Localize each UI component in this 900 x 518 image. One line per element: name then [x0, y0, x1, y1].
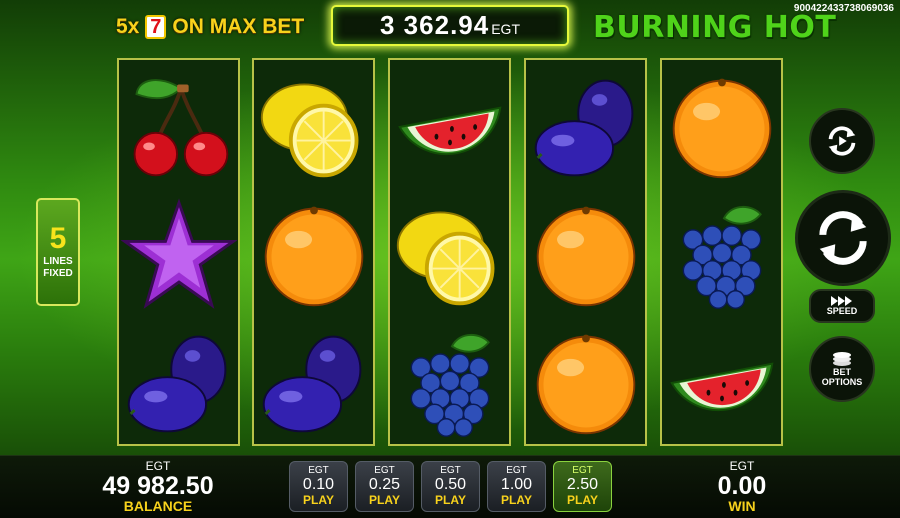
plum-icon: [254, 319, 373, 447]
watermelon-icon: [662, 319, 781, 447]
bet-options-label: BET OPTIONS: [822, 367, 863, 387]
win-label: WIN: [728, 498, 756, 514]
autoplay-button[interactable]: [809, 108, 875, 174]
win-value: 0.00: [717, 472, 767, 500]
bet-play-label: PLAY: [567, 493, 598, 507]
plum-icon: [526, 63, 645, 191]
balance-value: 49 982.50: [102, 472, 214, 500]
bet-options-label-2: OPTIONS: [821, 377, 863, 387]
bet-currency: EGT: [440, 465, 461, 476]
lines-label: LINES FIXED: [43, 256, 72, 280]
lines-panel: 5 LINES FIXED: [36, 198, 80, 306]
max-bet-promo: 5x 7 ON MAX BET: [116, 14, 304, 40]
bet-value: 1.00: [500, 476, 533, 493]
spin-icon: [819, 211, 867, 265]
coins-icon: [833, 352, 851, 366]
star-icon: [119, 191, 238, 319]
watermelon-icon: [390, 63, 509, 191]
reel-5: [660, 58, 783, 446]
orange-icon: [526, 191, 645, 319]
game-screen: 5x 7 ON MAX BET 3 362.94 EGT BURNING HOT…: [0, 0, 900, 518]
balance-currency: EGT: [145, 459, 171, 473]
bet-value: 0.25: [368, 476, 401, 493]
bet-value: 0.50: [434, 476, 467, 493]
bet-play-label: PLAY: [303, 493, 334, 507]
bet-options-button[interactable]: BET OPTIONS: [809, 336, 875, 402]
jackpot-value: 3 362.94: [380, 10, 490, 40]
orange-icon: [662, 63, 781, 191]
bet-currency: EGT: [374, 465, 395, 476]
win-currency: EGT: [729, 459, 755, 473]
bet-play-label: PLAY: [435, 493, 466, 507]
promo-text: ON MAX BET: [172, 15, 305, 38]
grape-icon: [662, 191, 781, 319]
reel-2: [252, 58, 375, 446]
orange-icon: [254, 191, 373, 319]
game-id: 9004224337380690​36: [793, 3, 894, 14]
bet-play-label: PLAY: [501, 493, 532, 507]
balance-label: BALANCE: [123, 498, 193, 514]
lemon-icon: [390, 191, 509, 319]
lines-label-1: LINES: [43, 256, 73, 267]
bet-play-label: PLAY: [369, 493, 400, 507]
bet-options-label-1: BET: [832, 367, 851, 377]
reel-1: [117, 58, 240, 446]
bet-currency: EGT: [308, 465, 329, 476]
spin-button[interactable]: [795, 190, 891, 286]
reel-3: [388, 58, 511, 446]
plum-icon: [119, 319, 238, 447]
fast-forward-icon: [831, 296, 852, 306]
win-display: EGT 0.00 WIN: [700, 459, 784, 513]
game-logo: BURNING HOT: [593, 10, 837, 45]
bet-currency: EGT: [572, 465, 593, 476]
lemon-icon: [254, 63, 373, 191]
speed-button[interactable]: SPEED: [809, 289, 875, 323]
bet-button-5[interactable]: EGT 2.50 PLAY: [553, 461, 612, 512]
bet-currency: EGT: [506, 465, 527, 476]
bet-button-1[interactable]: EGT 0.10 PLAY: [289, 461, 348, 512]
balance-display: EGT 49 982.50 BALANCE: [100, 459, 216, 513]
reel-4: [524, 58, 647, 446]
promo-multiplier: 5x: [116, 15, 140, 38]
bet-button-2[interactable]: EGT 0.25 PLAY: [355, 461, 414, 512]
cherry-icon: [119, 63, 238, 191]
autoplay-icon: [828, 126, 856, 156]
lines-label-2: FIXED: [43, 268, 73, 279]
bet-value: 2.50: [566, 476, 599, 493]
orange-icon: [526, 319, 645, 447]
jackpot-currency: EGT: [491, 20, 520, 37]
jackpot-display: 3 362.94 EGT: [331, 5, 569, 46]
bet-button-4[interactable]: EGT 1.00 PLAY: [487, 461, 546, 512]
seven-icon: 7: [145, 15, 167, 39]
bet-value: 0.10: [302, 476, 335, 493]
grape-icon: [390, 319, 509, 447]
speed-label: SPEED: [826, 306, 858, 316]
lines-count: 5: [49, 222, 67, 255]
bet-button-3[interactable]: EGT 0.50 PLAY: [421, 461, 480, 512]
